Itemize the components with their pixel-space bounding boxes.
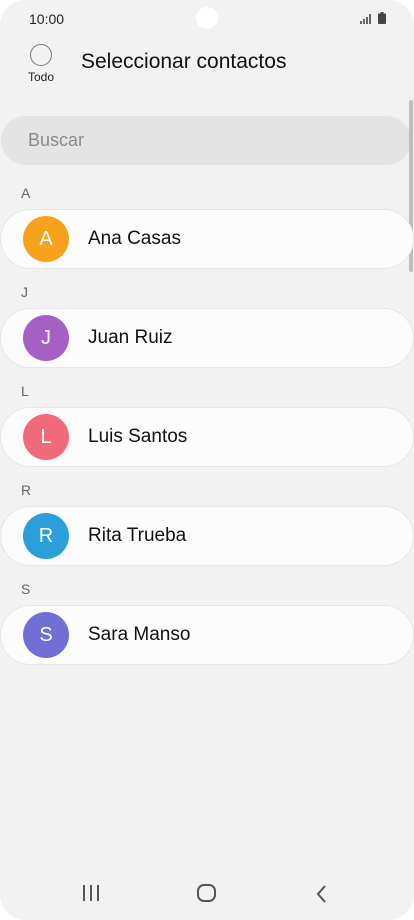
- status-time: 10:00: [29, 11, 65, 27]
- contact-name: Ana Casas: [88, 228, 181, 249]
- section-header-l: L: [21, 383, 29, 399]
- section-header-j: J: [21, 284, 28, 300]
- battery-icon: [378, 12, 386, 24]
- contact-item-ana-casas[interactable]: A Ana Casas: [1, 210, 413, 268]
- avatar: L: [23, 414, 69, 460]
- page-title: Seleccionar contactos: [81, 50, 287, 73]
- avatar: R: [23, 513, 69, 559]
- select-all-label: Todo: [27, 70, 55, 84]
- navigation-bar: [0, 870, 414, 920]
- status-bar: 10:00: [0, 0, 414, 38]
- select-all-checkbox[interactable]: Todo: [24, 44, 58, 84]
- contact-name: Rita Trueba: [88, 525, 187, 546]
- home-icon[interactable]: [196, 883, 218, 903]
- contact-item-rita-trueba[interactable]: R Rita Trueba: [1, 507, 413, 565]
- contact-name: Sara Manso: [88, 624, 191, 645]
- avatar: J: [23, 315, 69, 361]
- recents-icon[interactable]: [82, 884, 100, 902]
- screen: 10:00 Todo Seleccionar contactos Buscar …: [0, 0, 414, 920]
- avatar: A: [23, 216, 69, 262]
- contact-item-juan-ruiz[interactable]: J Juan Ruiz: [1, 309, 413, 367]
- section-header-a: A: [21, 185, 31, 201]
- avatar: S: [23, 612, 69, 658]
- section-header-s: S: [21, 581, 31, 597]
- camera-cutout: [196, 7, 218, 29]
- select-all-circle-icon[interactable]: [30, 44, 52, 66]
- back-icon[interactable]: [313, 884, 329, 904]
- section-header-r: R: [21, 482, 32, 498]
- contact-item-sara-manso[interactable]: S Sara Manso: [1, 606, 413, 664]
- search-input[interactable]: Buscar: [1, 116, 411, 165]
- contact-name: Luis Santos: [88, 426, 188, 447]
- contact-name: Juan Ruiz: [88, 327, 173, 348]
- status-icons: [360, 12, 386, 24]
- search-placeholder: Buscar: [28, 130, 85, 150]
- signal-icon: [360, 14, 371, 24]
- contact-item-luis-santos[interactable]: L Luis Santos: [1, 408, 413, 466]
